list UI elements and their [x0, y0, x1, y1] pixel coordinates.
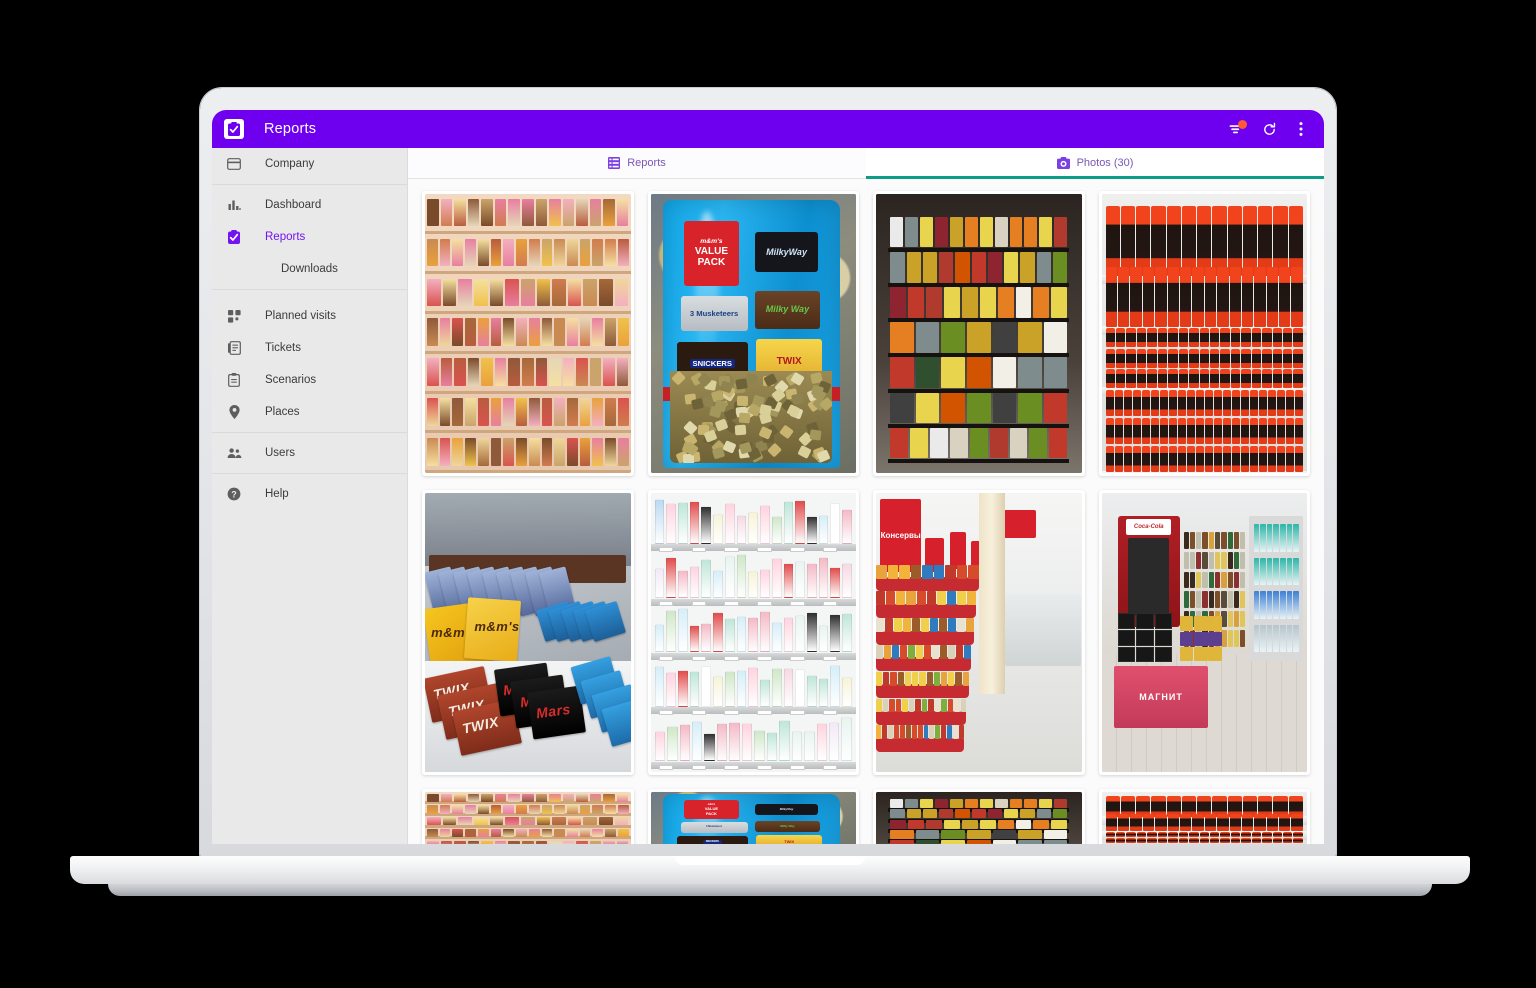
tab-label-photos: Photos (30) [1076, 157, 1134, 170]
notification-badge-dot [1238, 120, 1247, 129]
sidebar-label-scenarios: Scenarios [265, 374, 317, 386]
photo-coca-cola-wall[interactable] [1098, 191, 1310, 477]
sidebar-divider-2 [212, 289, 407, 290]
sidebar-label-downloads: Downloads [281, 263, 338, 275]
card-icon [226, 158, 242, 170]
users-icon [226, 447, 242, 459]
photo-thumbnail [876, 792, 1082, 844]
sidebar-label-tickets: Tickets [265, 342, 301, 354]
clipboard-icon [226, 373, 242, 387]
clipboard-check-icon [226, 229, 242, 245]
sidebar-divider-3 [212, 432, 407, 433]
photo-thumbnail [1101, 792, 1307, 844]
sidebar-item-company[interactable]: Company [212, 148, 407, 180]
photo-candy-shelf-wall[interactable] [422, 191, 634, 477]
photo-thumbnail: m&m'sm&m'sTWIXTWIXTWIXMarsMarsMars [425, 493, 631, 773]
refresh-icon[interactable] [1260, 120, 1278, 138]
photo-candy-shelf-wall-2[interactable] [422, 789, 634, 844]
help-circle-icon: ? [226, 487, 242, 501]
sidebar-label-users: Users [265, 447, 296, 459]
clipboard-check-icon [224, 119, 244, 139]
laptop-foot [108, 884, 1432, 896]
grid-icon [226, 309, 242, 323]
sidebar-item-users[interactable]: Users [212, 437, 407, 469]
svg-text:?: ? [231, 489, 237, 499]
sidebar-divider-4 [212, 473, 407, 474]
sidebar-item-scenarios[interactable]: Scenarios [212, 364, 407, 396]
sidebar-label-dashboard: Dashboard [265, 199, 322, 211]
ticket-icon [226, 341, 242, 355]
tab-reports[interactable]: Reports [408, 148, 866, 179]
list-grid-icon [608, 157, 621, 170]
sidebar-label-places: Places [265, 406, 300, 418]
photo-mars-value-pack-2[interactable]: m&m's VALUE PACK MilkyWay 3 Musketeers Milky … [647, 789, 859, 844]
sidebar-item-tickets[interactable]: Tickets [212, 332, 407, 364]
sidebar-label-help: Help [265, 488, 289, 500]
sidebar: Company Dashboard Reports Downloads Plan… [212, 148, 408, 844]
header-actions [1228, 120, 1314, 138]
photo-thumbnail: m&m's VALUE PACK MilkyWay 3 Musketeers Milky … [650, 194, 856, 474]
screenshot-stage: Reports Company Dashboard Reports Downlo… [0, 0, 1536, 988]
sidebar-item-places[interactable]: Places [212, 396, 407, 428]
photo-gallery: m&m's VALUE PACK MilkyWay 3 Musketeers Milky … [408, 179, 1324, 844]
photo-thumbnail [1101, 194, 1307, 474]
photo-store-aisle-banner[interactable]: Консервы [873, 490, 1085, 776]
app-title: Reports [264, 121, 317, 137]
photo-pharmacy-gondola[interactable] [873, 191, 1085, 477]
photo-coca-cola-wall-2[interactable] [1098, 789, 1310, 844]
tab-bar: Reports Photos (30) [408, 148, 1324, 180]
tab-label-reports: Reports [627, 157, 666, 170]
sidebar-item-reports[interactable]: Reports [212, 221, 407, 253]
sidebar-divider-1 [212, 184, 407, 185]
photo-thumbnail: m&m's VALUE PACK MilkyWay 3 Musketeers Milky … [650, 792, 856, 844]
photo-chocolate-bars-box[interactable]: m&m'sm&m'sTWIXTWIXTWIXMarsMarsMars [422, 490, 634, 776]
photo-thumbnail [876, 194, 1082, 474]
sidebar-label-planned-visits: Planned visits [265, 310, 336, 322]
photo-cosmetics-shelf[interactable] [647, 490, 859, 776]
photo-pharmacy-gondola-2[interactable] [873, 789, 1085, 844]
map-pin-icon [226, 405, 242, 419]
sidebar-item-planned-visits[interactable]: Planned visits [212, 300, 407, 332]
photo-thumbnail [425, 792, 631, 844]
tab-photos[interactable]: Photos (30) [866, 148, 1324, 180]
sidebar-item-downloads[interactable]: Downloads [212, 253, 407, 285]
photo-store-endcap[interactable]: Coca-Cola МАГНИТ [1098, 490, 1310, 776]
app-body: Company Dashboard Reports Downloads Plan… [212, 148, 1324, 844]
main-content: Reports Photos (30) m&m's VALUE PACK Mil… [408, 148, 1324, 844]
photo-thumbnail [425, 194, 631, 474]
bar-chart-icon [226, 199, 242, 211]
laptop-base [70, 856, 1470, 884]
sidebar-label-company: Company [265, 158, 315, 170]
photo-thumbnail [650, 493, 856, 773]
app-header: Reports [212, 110, 1324, 148]
photo-mars-value-pack[interactable]: m&m's VALUE PACK MilkyWay 3 Musketeers Milky … [647, 191, 859, 477]
photo-thumbnail: Консервы [876, 493, 1082, 773]
notifications-filter-icon[interactable] [1228, 120, 1247, 138]
laptop-screen: Reports Company Dashboard Reports Downlo… [212, 110, 1324, 844]
photo-thumbnail: Coca-Cola МАГНИТ [1101, 493, 1307, 773]
camera-icon [1056, 157, 1070, 170]
sidebar-item-dashboard[interactable]: Dashboard [212, 189, 407, 221]
kebab-menu-icon[interactable] [1292, 120, 1310, 138]
sidebar-label-reports: Reports [265, 231, 306, 243]
sidebar-item-help[interactable]: ? Help [212, 478, 407, 510]
